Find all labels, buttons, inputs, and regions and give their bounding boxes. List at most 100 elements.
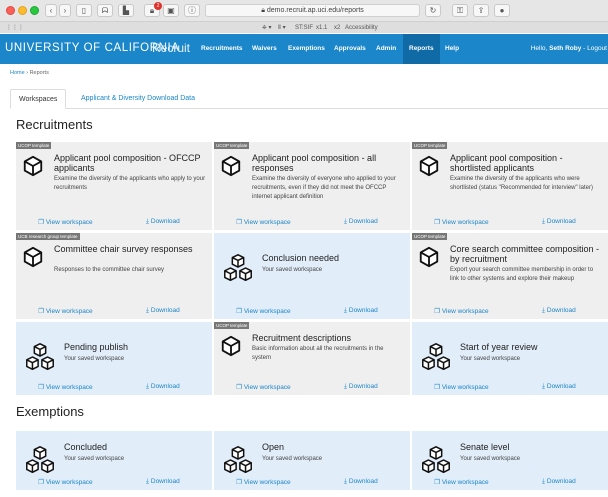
privacy-button[interactable]: 🔒︎ 2 bbox=[144, 2, 162, 17]
chevron-right-icon: › bbox=[63, 6, 67, 15]
view-workspace-label: View workspace bbox=[45, 384, 93, 391]
nav-waivers[interactable]: Waivers bbox=[252, 45, 277, 52]
info-button[interactable]: ⓘ bbox=[184, 4, 200, 17]
download-link[interactable]: ⤓ Download bbox=[344, 218, 378, 226]
breadcrumb-home[interactable]: Home bbox=[10, 70, 25, 76]
card-description: Your saved workspace bbox=[460, 456, 521, 462]
card-title: Start of year review bbox=[460, 342, 538, 352]
share-button[interactable]: ⇪ bbox=[473, 4, 489, 17]
extension-icon: ᗣ bbox=[101, 6, 109, 15]
address-bar[interactable]: 🔒︎ demo.recruit.ap.uci.edu/reports bbox=[205, 4, 420, 17]
toolbar-scale[interactable]: x2 bbox=[334, 23, 340, 33]
nav-approvals[interactable]: Approvals bbox=[334, 45, 366, 52]
report-template-card: UCB research group template Committee cha… bbox=[16, 233, 212, 319]
saved-workspace-card: Start of year review Your saved workspace… bbox=[412, 322, 608, 395]
zoom-window-button[interactable] bbox=[30, 6, 39, 15]
view-workspace-label: View workspace bbox=[441, 384, 489, 391]
card-description: Your saved workspace bbox=[262, 456, 323, 462]
card-description: Your saved workspace bbox=[64, 356, 125, 362]
view-workspace-link[interactable]: ❐ View workspace bbox=[38, 478, 93, 486]
view-workspace-label: View workspace bbox=[45, 479, 93, 486]
text-size-icon[interactable]: Ⅱ ▾ bbox=[278, 23, 286, 33]
nav-help[interactable]: Help bbox=[445, 45, 459, 52]
nav-reports[interactable]: Reports bbox=[403, 34, 440, 64]
download-icon: ⤓ bbox=[344, 307, 347, 314]
close-window-button[interactable] bbox=[6, 6, 15, 15]
download-link[interactable]: ⤓ Download bbox=[542, 478, 576, 486]
nav-exemptions[interactable]: Exemptions bbox=[288, 45, 325, 52]
minimize-window-button[interactable] bbox=[18, 6, 27, 15]
view-workspace-link[interactable]: ❐ View workspace bbox=[38, 383, 93, 391]
forward-button[interactable]: › bbox=[59, 4, 71, 17]
view-workspace-link[interactable]: ❐ View workspace bbox=[236, 478, 291, 486]
cubes-icon bbox=[224, 446, 252, 474]
card-title: Applicant pool composition - all respons… bbox=[252, 153, 377, 173]
reader-button[interactable]: ▙ bbox=[118, 4, 134, 17]
nav-recruitments[interactable]: Recruitments bbox=[201, 45, 243, 52]
password-button[interactable]: ⚿ bbox=[452, 4, 468, 17]
download-link[interactable]: ⤓ Download bbox=[146, 478, 180, 486]
back-button[interactable]: ‹ bbox=[45, 4, 57, 17]
pointer-icon[interactable]: ⎈ ▾ bbox=[262, 23, 271, 33]
card-description: Your saved workspace bbox=[262, 267, 323, 273]
view-workspace-link[interactable]: ❐ View workspace bbox=[236, 218, 291, 226]
download-label: Download bbox=[150, 478, 180, 485]
toolbar-zoom[interactable]: x1.1 bbox=[316, 23, 327, 33]
download-link[interactable]: ⤓ Download bbox=[542, 383, 576, 391]
view-workspace-link[interactable]: ❐ View workspace bbox=[236, 307, 291, 315]
saved-workspace-card: Concluded Your saved workspace ❐ View works… bbox=[16, 431, 212, 490]
view-workspace-link[interactable]: ❐ View workspace bbox=[434, 307, 489, 315]
tab-workspaces[interactable]: Workspaces bbox=[10, 89, 67, 109]
view-workspace-label: View workspace bbox=[243, 308, 291, 315]
cube-icon bbox=[419, 246, 439, 268]
card-title: Committee chair survey responses bbox=[54, 244, 193, 254]
report-template-card: UCOP template Core search committee compo… bbox=[412, 233, 608, 319]
reload-button[interactable]: ↻ bbox=[425, 4, 441, 17]
toolbar-text[interactable]: ST:SIF bbox=[295, 23, 313, 33]
download-link[interactable]: ⤓ Download bbox=[542, 218, 576, 226]
view-workspace-label: View workspace bbox=[243, 479, 291, 486]
report-template-card: UCOP template Applicant pool composition … bbox=[412, 142, 608, 230]
sidebar-toggle-button[interactable]: ▯ bbox=[76, 4, 92, 17]
key-icon: ⚿ bbox=[456, 6, 464, 15]
view-workspace-link[interactable]: ❐ View workspace bbox=[434, 478, 489, 486]
download-icon: ⤓ bbox=[542, 218, 545, 225]
card-title: Applicant pool composition - OFCCP appli… bbox=[54, 153, 201, 173]
app-name[interactable]: Recruit bbox=[152, 41, 190, 55]
grid-icon[interactable]: ⋮⋮⋮ bbox=[6, 23, 24, 33]
card-description: Responses to the committee chair survey bbox=[54, 267, 165, 273]
download-link[interactable]: ⤓ Download bbox=[344, 383, 378, 391]
download-link[interactable]: ⤓ Download bbox=[146, 218, 180, 226]
user-name[interactable]: Seth Roby bbox=[549, 45, 581, 52]
download-link[interactable]: ⤓ Download bbox=[344, 307, 378, 315]
report-tabs: Workspaces Applicant & Diversity Downloa… bbox=[10, 89, 608, 109]
window-icon: ❐ bbox=[38, 479, 44, 486]
saved-workspace-card: Open Your saved workspace ❐ View workspace ⤓… bbox=[214, 431, 410, 490]
saved-workspace-card: Senate level Your saved workspace ❐ View wo… bbox=[412, 431, 608, 490]
extension-button-2[interactable]: ● bbox=[494, 4, 510, 17]
report-template-card: UCOP template Recruitment descriptions Bas… bbox=[214, 322, 410, 395]
download-icon: ⤓ bbox=[146, 218, 149, 225]
tab-download-data[interactable]: Applicant & Diversity Download Data bbox=[73, 89, 203, 109]
download-link[interactable]: ⤓ Download bbox=[542, 307, 576, 315]
view-workspace-link[interactable]: ❐ View workspace bbox=[434, 218, 489, 226]
window-button[interactable]: ▣ bbox=[163, 4, 179, 17]
cubes-icon bbox=[422, 446, 450, 474]
view-workspace-link[interactable]: ❐ View workspace bbox=[434, 383, 489, 391]
window-icon: ❐ bbox=[38, 219, 44, 226]
view-workspace-link[interactable]: ❐ View workspace bbox=[38, 218, 93, 226]
nav-admin[interactable]: Admin bbox=[376, 45, 396, 52]
download-link[interactable]: ⤓ Download bbox=[344, 478, 378, 486]
download-link[interactable]: ⤓ Download bbox=[146, 307, 180, 315]
cube-icon bbox=[23, 155, 43, 177]
view-workspace-link[interactable]: ❐ View workspace bbox=[236, 383, 291, 391]
url-text: demo.recruit.ap.uci.edu/reports bbox=[266, 7, 364, 14]
breadcrumb: Home › Reports bbox=[10, 70, 49, 76]
notification-badge: 2 bbox=[154, 2, 162, 10]
toolbar-accessibility[interactable]: Accessibility bbox=[345, 23, 378, 33]
view-workspace-link[interactable]: ❐ View workspace bbox=[38, 307, 93, 315]
download-link[interactable]: ⤓ Download bbox=[146, 383, 180, 391]
logout-link[interactable]: - Logout bbox=[583, 45, 607, 52]
view-workspace-label: View workspace bbox=[45, 308, 93, 315]
extension-button[interactable]: ᗣ bbox=[97, 4, 113, 17]
